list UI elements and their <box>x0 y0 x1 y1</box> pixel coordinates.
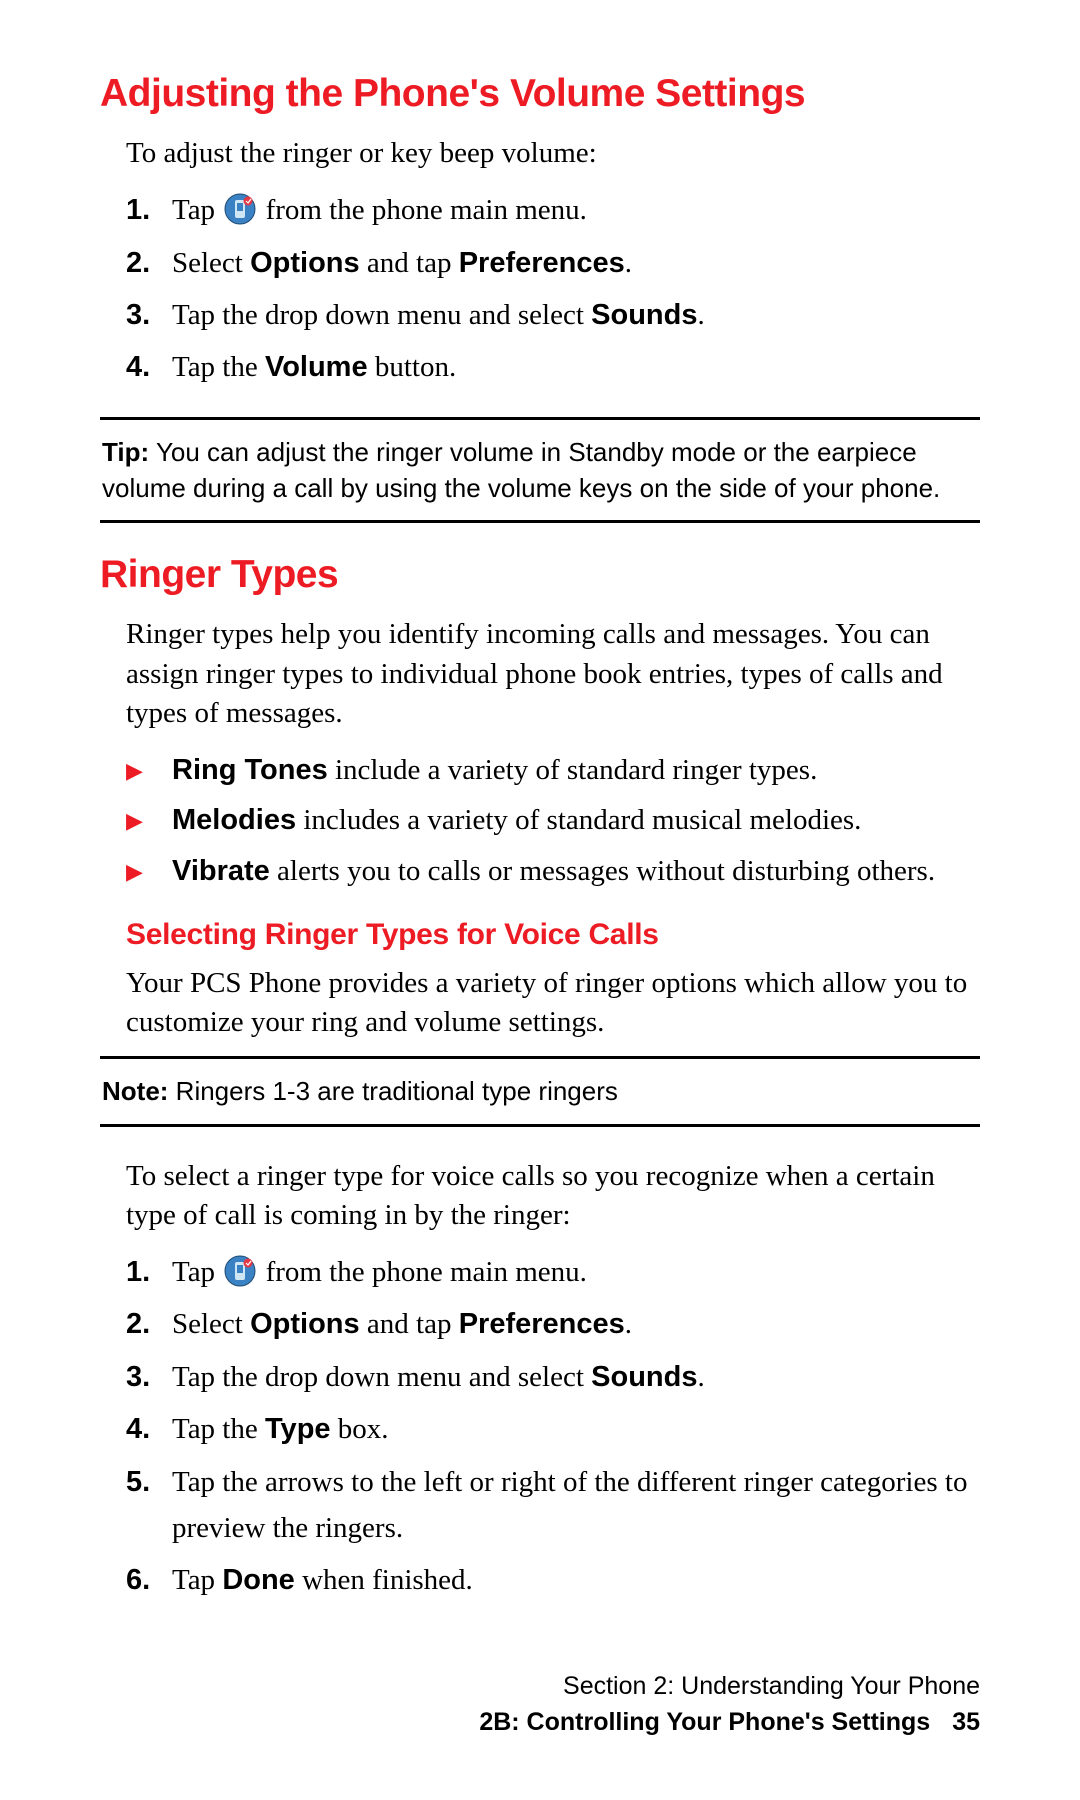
subheading-voice-calls: Selecting Ringer Types for Voice Calls <box>100 918 980 952</box>
note-box: Note: Ringers 1-3 are traditional type r… <box>100 1056 980 1126</box>
list-item: ▶ Melodies includes a variety of standar… <box>126 797 980 843</box>
bullet-body: Vibrate alerts you to calls or messages … <box>172 848 980 894</box>
list-item: 3. Tap the drop down menu and select Sou… <box>126 292 980 338</box>
step-number: 1. <box>126 187 172 233</box>
heading-ringer-types: Ringer Types <box>100 553 980 597</box>
phone-app-icon <box>224 193 256 225</box>
step-number: 3. <box>126 1354 172 1400</box>
list-item: 1. Tap from the phone main menu. <box>126 187 980 233</box>
step-number: 3. <box>126 292 172 338</box>
text: Tap <box>172 194 222 226</box>
list-item: 4. Tap the Type box. <box>126 1406 980 1452</box>
bold-text: Volume <box>265 351 368 383</box>
step-number: 1. <box>126 1249 172 1295</box>
step-number: 4. <box>126 344 172 390</box>
steps-voice-ringer: 1. Tap from the phone main menu. 2. <box>100 1249 980 1604</box>
triangle-bullet-icon: ▶ <box>126 854 172 889</box>
tip-text: You can adjust the ringer volume in Stan… <box>102 437 940 503</box>
intro-volume: To adjust the ringer or key beep volume: <box>100 134 980 173</box>
note-text: Ringers 1-3 are traditional type ringers <box>168 1076 617 1106</box>
note-label: Note: <box>102 1076 168 1106</box>
bullet-body: Melodies includes a variety of standard … <box>172 797 980 843</box>
text: Tap the drop down menu and select <box>172 1361 591 1393</box>
text: from the phone main menu. <box>266 1256 587 1288</box>
text: from the phone main menu. <box>266 194 587 226</box>
step-number: 5. <box>126 1459 172 1552</box>
text: and tap <box>360 1308 459 1340</box>
text: and tap <box>360 247 459 279</box>
bold-text: Done <box>222 1564 295 1596</box>
intro-voice-ringer: Your PCS Phone provides a variety of rin… <box>100 964 980 1042</box>
steps-volume: 1. Tap from the phone main menu. 2. <box>100 187 980 391</box>
step-body: Tap the arrows to the left or right of t… <box>172 1459 980 1552</box>
text: . <box>625 1308 632 1340</box>
text: Tap the <box>172 351 265 383</box>
step-body: Select Options and tap Preferences. <box>172 240 980 286</box>
bold-text: Sounds <box>591 299 697 331</box>
bold-text: Options <box>250 247 360 279</box>
text: Tap <box>172 1564 222 1596</box>
list-item: 5. Tap the arrows to the left or right o… <box>126 1459 980 1552</box>
intro-voice-steps: To select a ringer type for voice calls … <box>100 1157 980 1235</box>
step-number: 6. <box>126 1557 172 1603</box>
text: box. <box>331 1413 389 1445</box>
text: button. <box>368 351 457 383</box>
page-footer: Section 2: Understanding Your Phone 2B: … <box>479 1668 980 1741</box>
bold-text: Preferences <box>459 1308 625 1340</box>
list-item: 1. Tap from the phone main menu. <box>126 1249 980 1295</box>
text: Select <box>172 1308 250 1340</box>
text: Tap the <box>172 1413 265 1445</box>
step-body: Tap Done when finished. <box>172 1557 980 1603</box>
text: when finished. <box>295 1564 473 1596</box>
step-body: Tap the drop down menu and select Sounds… <box>172 1354 980 1400</box>
phone-app-icon <box>224 1255 256 1287</box>
text: Tap <box>172 1256 222 1288</box>
step-body: Tap from the phone main menu. <box>172 187 980 233</box>
list-item: 3. Tap the drop down menu and select Sou… <box>126 1354 980 1400</box>
text: Select <box>172 247 250 279</box>
text: alerts you to calls or messages without … <box>270 855 935 887</box>
list-item: 6. Tap Done when finished. <box>126 1557 980 1603</box>
footer-section-title: Section 2: Understanding Your Phone <box>479 1668 980 1704</box>
bold-text: Sounds <box>591 1361 697 1393</box>
bold-text: Melodies <box>172 804 296 836</box>
step-body: Tap the Type box. <box>172 1406 980 1452</box>
text: . <box>698 299 705 331</box>
triangle-bullet-icon: ▶ <box>126 803 172 838</box>
bullet-body: Ring Tones include a variety of standard… <box>172 747 980 793</box>
list-item: ▶ Vibrate alerts you to calls or message… <box>126 848 980 894</box>
triangle-bullet-icon: ▶ <box>126 753 172 788</box>
intro-ringer: Ringer types help you identify incoming … <box>100 615 980 732</box>
step-body: Tap the Volume button. <box>172 344 980 390</box>
list-item: ▶ Ring Tones include a variety of standa… <box>126 747 980 793</box>
bold-text: Ring Tones <box>172 754 328 786</box>
manual-page: Adjusting the Phone's Volume Settings To… <box>0 0 1080 1604</box>
ringer-bullets: ▶ Ring Tones include a variety of standa… <box>100 747 980 894</box>
list-item: 4. Tap the Volume button. <box>126 344 980 390</box>
step-number: 4. <box>126 1406 172 1452</box>
step-body: Tap from the phone main menu. <box>172 1249 980 1295</box>
page-number: 35 <box>952 1708 980 1736</box>
text: Tap the drop down menu and select <box>172 299 591 331</box>
tip-label: Tip: <box>102 437 149 467</box>
text: . <box>625 247 632 279</box>
tip-box: Tip: You can adjust the ringer volume in… <box>100 417 980 524</box>
step-number: 2. <box>126 1301 172 1347</box>
text: . <box>698 1361 705 1393</box>
step-body: Select Options and tap Preferences. <box>172 1301 980 1347</box>
footer-subsection-title: 2B: Controlling Your Phone's Settings <box>479 1708 930 1736</box>
bold-text: Options <box>250 1308 360 1340</box>
text: includes a variety of standard musical m… <box>296 804 861 836</box>
heading-volume-settings: Adjusting the Phone's Volume Settings <box>100 72 980 116</box>
bold-text: Vibrate <box>172 855 270 887</box>
step-body: Tap the drop down menu and select Sounds… <box>172 292 980 338</box>
bold-text: Preferences <box>459 247 625 279</box>
text: Tap the arrows to the left or right of t… <box>172 1466 967 1544</box>
list-item: 2. Select Options and tap Preferences. <box>126 240 980 286</box>
list-item: 2. Select Options and tap Preferences. <box>126 1301 980 1347</box>
bold-text: Type <box>265 1413 331 1445</box>
text: include a variety of standard ringer typ… <box>328 754 818 786</box>
step-number: 2. <box>126 240 172 286</box>
